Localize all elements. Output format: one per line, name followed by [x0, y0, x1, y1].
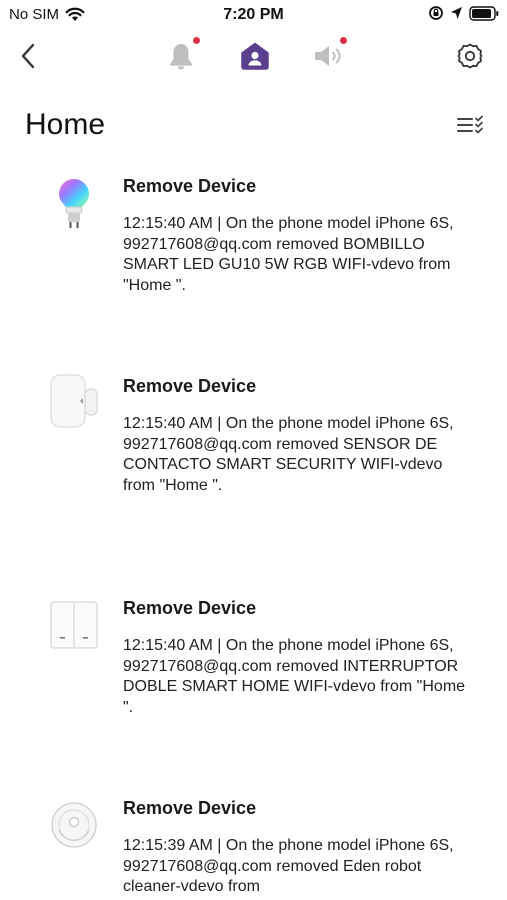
- nav-bar: [0, 36, 507, 80]
- notification-badge: [193, 37, 200, 44]
- home-user-icon: [241, 42, 269, 70]
- tab-notifications[interactable]: [161, 36, 201, 76]
- gear-icon: [457, 43, 483, 69]
- settings-button[interactable]: [450, 36, 490, 76]
- battery-icon: [469, 5, 499, 21]
- tab-home[interactable]: [235, 36, 275, 76]
- sound-badge: [340, 37, 347, 44]
- orientation-lock-icon: [429, 6, 443, 20]
- bell-icon: [170, 44, 192, 70]
- status-right: [428, 5, 499, 21]
- chevron-left-icon: [21, 43, 35, 69]
- log-title: Remove Device: [123, 376, 257, 396]
- contact-sensor-icon: [45, 372, 103, 430]
- robot-cleaner-icon: [45, 796, 103, 854]
- log-title: Remove Device: [123, 598, 257, 618]
- smart-bulb-icon: [45, 175, 103, 233]
- filter-list-icon: [457, 115, 483, 134]
- log-text: 12:15:40 AM | On the phone model iPhone …: [123, 637, 466, 716]
- back-button[interactable]: [8, 36, 48, 76]
- log-text: 12:15:39 AM | On the phone model iPhone …: [123, 837, 454, 896]
- status-bar: No SIM 7:20 PM: [0, 0, 507, 30]
- tab-sound[interactable]: [308, 36, 348, 76]
- speaker-icon: [315, 46, 341, 66]
- double-switch-icon: [45, 596, 103, 654]
- log-title: Remove Device: [123, 798, 257, 818]
- log-text: 12:15:40 AM | On the phone model iPhone …: [123, 215, 454, 294]
- log-text: 12:15:40 AM | On the phone model iPhone …: [123, 415, 454, 494]
- log-title: Remove Device: [123, 176, 257, 196]
- page-title: Home: [25, 108, 106, 141]
- filter-button[interactable]: [454, 112, 486, 140]
- location-icon: [451, 7, 462, 19]
